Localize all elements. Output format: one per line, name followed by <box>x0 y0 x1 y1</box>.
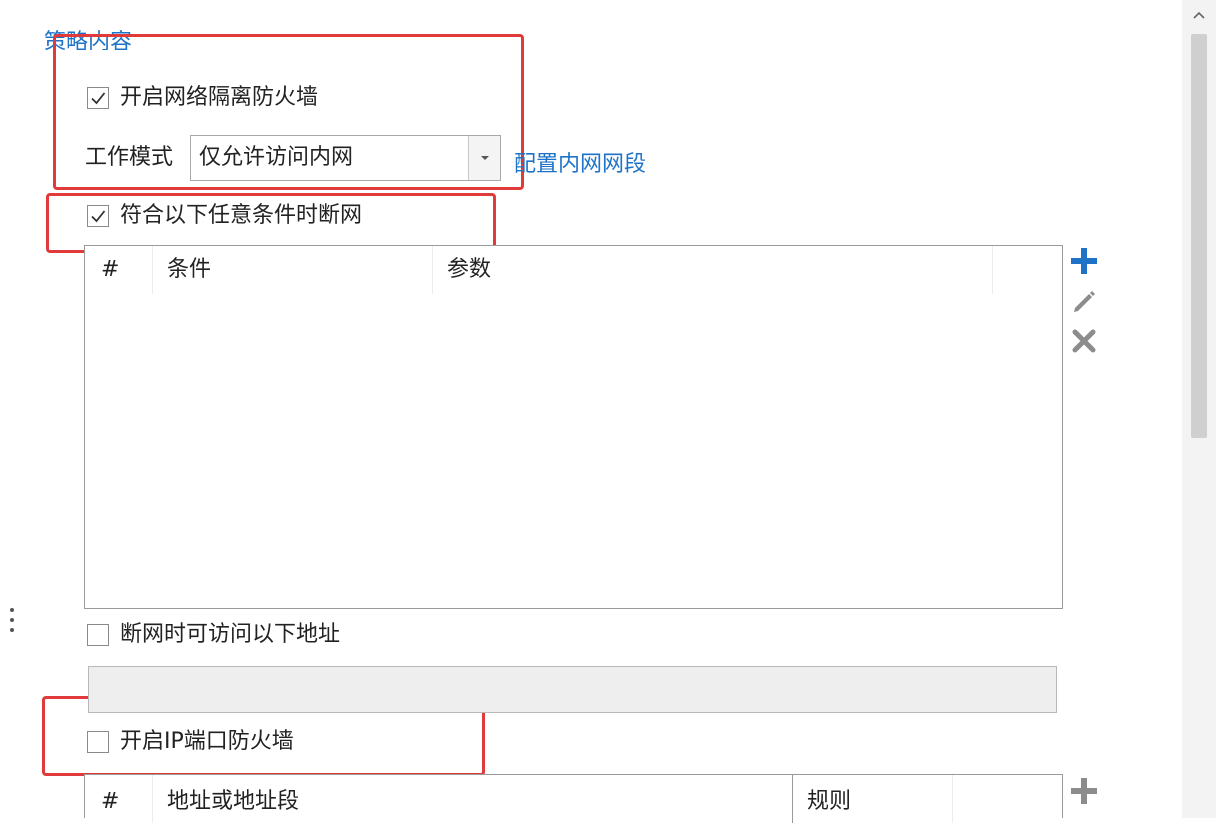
conditions-table[interactable]: # 条件 参数 <box>84 245 1063 609</box>
chevron-down-icon <box>480 156 489 160</box>
work-mode-label: 工作模式 <box>85 145 174 170</box>
config-intranet-link[interactable]: 配置内网网段 <box>514 146 646 178</box>
delete-condition-button[interactable] <box>1069 326 1099 356</box>
column-header-ip-index[interactable]: # <box>85 775 153 823</box>
scrollbar-thumb[interactable] <box>1191 34 1207 438</box>
plus-icon <box>1071 778 1097 804</box>
disconnect-rule-label: 符合以下任意条件时断网 <box>120 203 363 228</box>
work-mode-select[interactable]: 仅允许访问内网 <box>190 135 501 181</box>
drag-handle-icon <box>10 608 14 632</box>
checkmark-icon <box>91 92 106 105</box>
chevron-up-icon <box>1193 11 1205 19</box>
column-header-rule[interactable]: 规则 <box>793 775 953 823</box>
network-isolation-checkbox[interactable] <box>87 87 109 109</box>
pencil-icon <box>1074 291 1095 312</box>
allowed-addresses-label: 断网时可访问以下地址 <box>120 622 341 647</box>
work-mode-value: 仅允许访问内网 <box>199 145 354 170</box>
network-isolation-label: 开启网络隔离防火墙 <box>120 85 319 110</box>
checkmark-icon <box>91 210 106 223</box>
add-condition-button[interactable] <box>1069 246 1099 276</box>
plus-icon <box>1071 248 1097 274</box>
edit-condition-button[interactable] <box>1069 286 1099 316</box>
close-icon <box>1072 329 1096 353</box>
vertical-dots-handle[interactable] <box>9 606 15 636</box>
ip-port-firewall-label: 开启IP端口防火墙 <box>120 729 294 754</box>
dropdown-arrow[interactable] <box>468 136 500 180</box>
ip-port-firewall-checkbox[interactable] <box>87 731 109 753</box>
column-header-index[interactable]: # <box>85 246 153 294</box>
scroll-up-button[interactable] <box>1182 0 1216 30</box>
column-header-condition[interactable]: 条件 <box>153 246 433 294</box>
column-header-parameter[interactable]: 参数 <box>433 246 993 294</box>
allowed-addresses-input[interactable] <box>88 666 1057 713</box>
disconnect-rule-checkbox[interactable] <box>87 205 109 227</box>
ip-rules-table[interactable]: # 地址或地址段 规则 <box>84 774 1063 823</box>
allowed-addresses-checkbox[interactable] <box>87 624 109 646</box>
column-header-address[interactable]: 地址或地址段 <box>153 775 793 823</box>
add-ip-rule-button[interactable] <box>1069 776 1099 806</box>
vertical-scrollbar[interactable] <box>1182 0 1216 818</box>
